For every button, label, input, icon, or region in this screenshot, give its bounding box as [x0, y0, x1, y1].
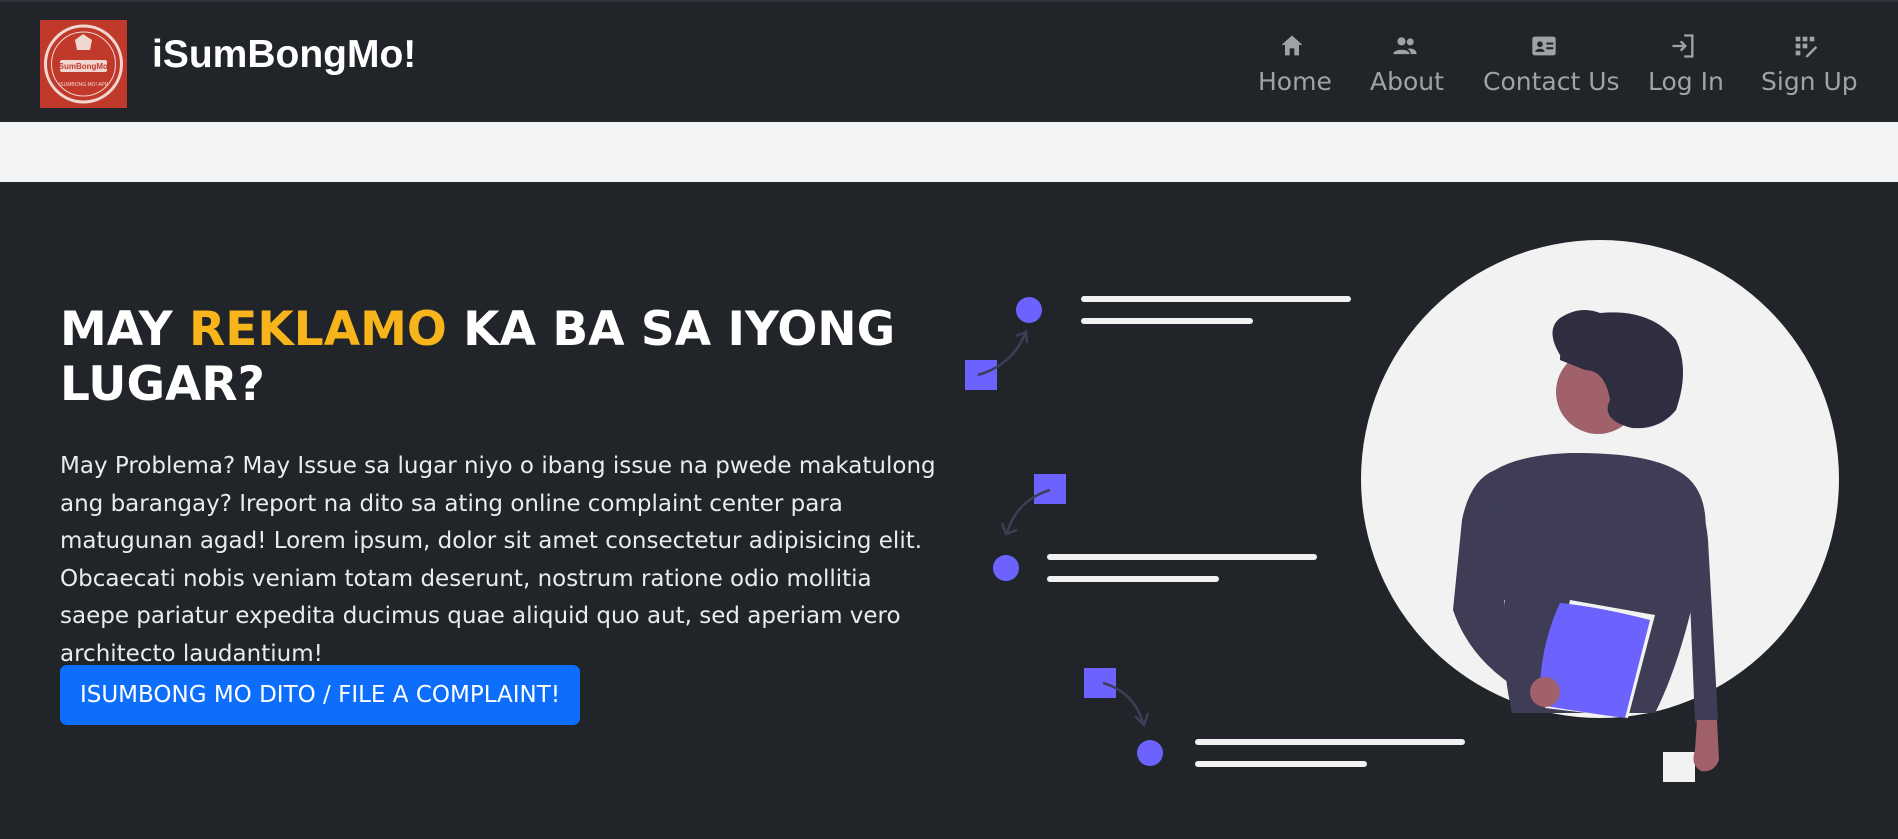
nav-label-signup: Sign Up [1761, 67, 1858, 96]
illustration-dot [993, 555, 1019, 581]
nav-item-signup[interactable]: Sign Up [1761, 32, 1858, 96]
nav-label-contact: Contact Us [1483, 67, 1620, 96]
nav-item-login[interactable]: Log In [1648, 32, 1724, 96]
illustration-square [1084, 668, 1116, 698]
users-icon [1393, 37, 1417, 55]
hero-illustration [965, 240, 1839, 782]
login-icon [1672, 34, 1694, 58]
nav-label-home: Home [1258, 67, 1332, 96]
signup-icon [1795, 36, 1818, 58]
svg-text:ISUMBONG MO! APP: ISUMBONG MO! APP [59, 82, 109, 88]
illustration-line [1047, 554, 1317, 560]
nav-item-contact[interactable]: Contact Us [1483, 32, 1620, 96]
home-icon [1281, 35, 1303, 56]
illustration-dot [1137, 740, 1163, 766]
illustration-line [1047, 576, 1219, 582]
nav-item-about[interactable]: About [1370, 32, 1444, 96]
illustration-line [1081, 296, 1351, 302]
svg-text:iSumBongMo!: iSumBongMo! [56, 62, 110, 71]
illustration-square [1034, 474, 1066, 504]
illustration-line [1195, 761, 1367, 767]
nav-label-login: Log In [1648, 67, 1724, 96]
nav-label-about: About [1370, 67, 1444, 96]
illustration-line [1081, 318, 1253, 324]
contact-card-icon [1531, 36, 1556, 56]
navbar: iSumBongMo! ISUMBONG MO! APP iSumBongMo!… [0, 0, 1898, 122]
nav-item-home[interactable]: Home [1258, 32, 1332, 96]
illustration-dot [1016, 297, 1042, 323]
brand-logo[interactable]: iSumBongMo! ISUMBONG MO! APP [40, 20, 127, 108]
illustration-line [1195, 739, 1465, 745]
page-divider-strip [0, 122, 1898, 182]
brand-name[interactable]: iSumBongMo! [152, 33, 416, 77]
